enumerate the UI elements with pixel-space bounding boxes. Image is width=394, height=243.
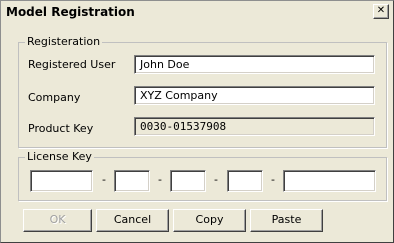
license-key-field-1[interactable] bbox=[30, 170, 93, 192]
product-key-field: 0030-01537908 bbox=[134, 117, 375, 136]
license-key-field-3[interactable] bbox=[170, 170, 206, 192]
license-key-legend: License Key bbox=[25, 150, 94, 163]
license-key-separator: - bbox=[102, 173, 106, 186]
license-key-field-5[interactable] bbox=[283, 170, 376, 192]
registered-user-field[interactable]: John Doe bbox=[134, 55, 375, 74]
license-key-separator: - bbox=[158, 173, 162, 186]
license-key-field-4[interactable] bbox=[227, 170, 263, 192]
title-bar: Model Registration ✕ bbox=[3, 3, 391, 21]
cancel-button[interactable]: Cancel bbox=[96, 209, 169, 232]
product-key-label: Product Key bbox=[28, 122, 94, 135]
window-title: Model Registration bbox=[6, 5, 135, 19]
copy-button[interactable]: Copy bbox=[173, 209, 246, 232]
license-key-separator: - bbox=[214, 173, 218, 186]
ok-button[interactable]: OK bbox=[23, 209, 92, 232]
registration-legend: Registeration bbox=[25, 35, 103, 48]
close-icon: ✕ bbox=[376, 5, 386, 16]
license-key-field-2[interactable] bbox=[114, 170, 150, 192]
close-button[interactable]: ✕ bbox=[373, 4, 389, 19]
license-key-separator: - bbox=[271, 173, 275, 186]
company-field[interactable]: XYZ Company bbox=[134, 86, 375, 105]
company-label: Company bbox=[28, 91, 81, 104]
paste-button[interactable]: Paste bbox=[250, 209, 323, 232]
registered-user-label: Registered User bbox=[28, 58, 116, 71]
registration-dialog: Model Registration ✕ Registeration Regis… bbox=[0, 0, 394, 243]
